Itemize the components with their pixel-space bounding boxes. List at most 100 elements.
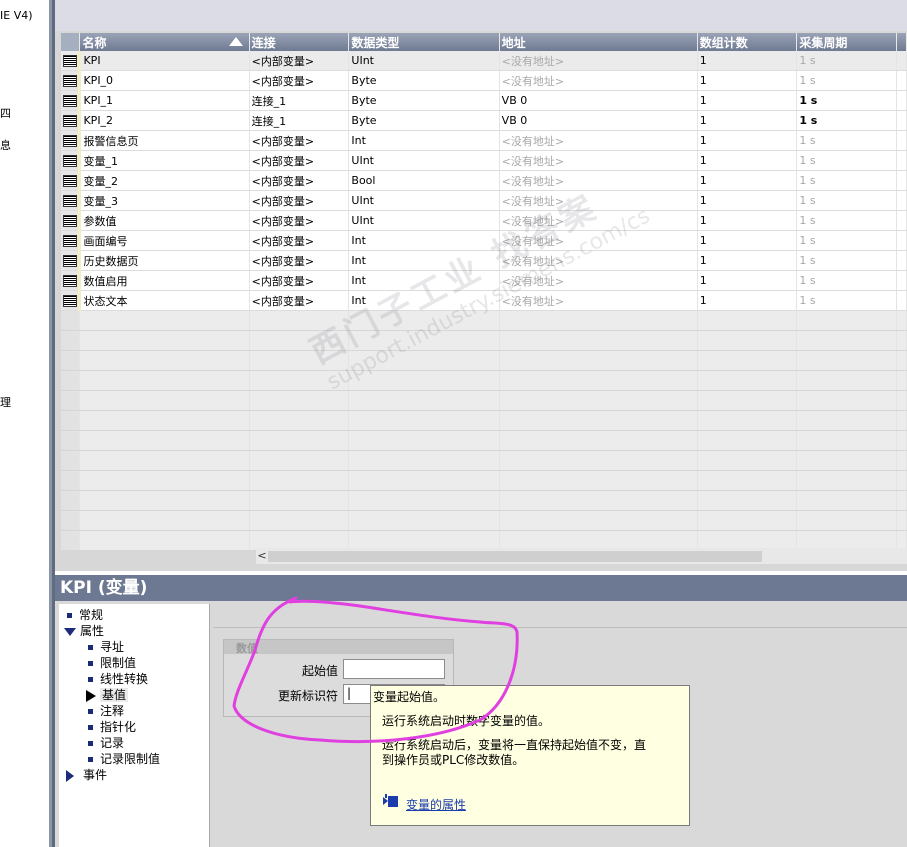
cell-array-count[interactable]: 1 <box>697 230 798 251</box>
cell-address[interactable]: <没有地址> <box>499 150 698 171</box>
cell-array-count[interactable]: 1 <box>697 270 798 291</box>
empty-cell[interactable] <box>249 350 350 371</box>
cell-name[interactable]: KPI_2 <box>78 110 250 131</box>
cell-name[interactable]: 变量_3 <box>78 190 250 211</box>
header-corner[interactable] <box>61 33 81 51</box>
empty-cell[interactable] <box>499 510 698 531</box>
cell-connection[interactable]: <内部变量> <box>249 190 350 211</box>
cell-connection[interactable]: <内部变量> <box>249 250 350 271</box>
cell-datatype[interactable]: Int <box>348 290 500 311</box>
empty-cell[interactable] <box>896 490 907 511</box>
cell-cycle[interactable]: 1 s <box>796 230 897 251</box>
empty-cell[interactable] <box>896 470 907 491</box>
cell-datatype[interactable]: Int <box>348 230 500 251</box>
empty-cell[interactable] <box>697 490 798 511</box>
empty-cell[interactable] <box>348 350 500 371</box>
cell-connection[interactable]: <内部变量> <box>249 170 350 191</box>
empty-cell[interactable] <box>61 410 81 431</box>
empty-cell[interactable] <box>348 370 500 391</box>
nav-item-logging[interactable]: 记录 <box>88 734 124 751</box>
cell-datatype[interactable]: Byte <box>348 110 500 131</box>
table-row[interactable]: KPI_0 <内部变量> Byte <没有地址> 1 1 s <box>61 70 907 91</box>
column-header-address[interactable]: 地址 <box>499 33 698 51</box>
cell-array-count[interactable]: 1 <box>697 130 798 151</box>
row-handle[interactable] <box>61 90 81 111</box>
tooltip-link[interactable]: 变量的属性 <box>406 796 466 813</box>
table-row[interactable]: 变量_3 <内部变量> UInt <没有地址> 1 1 s <box>61 190 907 211</box>
cell-address[interactable]: <没有地址> <box>499 230 698 251</box>
cell-cycle[interactable]: 1 s <box>796 51 897 71</box>
empty-cell[interactable] <box>348 310 500 331</box>
table-row[interactable]: 报警信息页 <内部变量> Int <没有地址> 1 1 s <box>61 130 907 151</box>
empty-cell[interactable] <box>249 450 350 471</box>
empty-cell[interactable] <box>499 330 698 351</box>
cell-datatype[interactable]: Bool <box>348 170 500 191</box>
cell-name[interactable]: KPI_0 <box>78 70 250 91</box>
cell-address[interactable]: <没有地址> <box>499 170 698 191</box>
empty-cell[interactable] <box>79 510 250 531</box>
nav-item-properties[interactable]: 属性 <box>64 622 104 639</box>
cell-address[interactable]: VB 0 <box>499 110 698 131</box>
cell-name[interactable]: 变量_1 <box>78 150 250 171</box>
cell-cycle[interactable]: 1 s <box>796 70 897 91</box>
cell-address[interactable]: <没有地址> <box>499 210 698 231</box>
empty-cell[interactable] <box>61 390 81 411</box>
empty-cell[interactable] <box>896 510 907 531</box>
nav-item-linear-scaling[interactable]: 线性转换 <box>88 670 148 687</box>
empty-cell[interactable] <box>61 510 81 531</box>
empty-cell[interactable] <box>348 470 500 491</box>
cell-name[interactable]: 参数值 <box>78 210 250 231</box>
empty-cell[interactable] <box>79 350 250 371</box>
empty-cell[interactable] <box>79 370 250 391</box>
row-handle[interactable] <box>61 170 81 191</box>
empty-cell[interactable] <box>796 490 897 511</box>
empty-cell[interactable] <box>348 510 500 531</box>
cell-array-count[interactable]: 1 <box>697 110 798 131</box>
cell-connection[interactable]: <内部变量> <box>249 150 350 171</box>
empty-cell[interactable] <box>697 470 798 491</box>
empty-cell[interactable] <box>249 510 350 531</box>
empty-cell[interactable] <box>79 310 250 331</box>
nav-item-limits[interactable]: 限制值 <box>88 654 136 671</box>
table-row[interactable]: 历史数据页 <内部变量> Int <没有地址> 1 1 s <box>61 250 907 271</box>
cell-datatype[interactable]: Int <box>348 130 500 151</box>
empty-cell[interactable] <box>896 450 907 471</box>
cell-datatype[interactable]: Byte <box>348 90 500 111</box>
empty-cell[interactable] <box>796 430 897 451</box>
start-value-input[interactable] <box>343 659 445 679</box>
empty-cell[interactable] <box>79 530 250 551</box>
empty-cell[interactable] <box>697 410 798 431</box>
empty-row[interactable] <box>61 450 907 471</box>
row-handle[interactable] <box>61 150 81 171</box>
empty-row[interactable] <box>61 510 907 531</box>
empty-cell[interactable] <box>499 410 698 431</box>
empty-cell[interactable] <box>896 330 907 351</box>
empty-cell[interactable] <box>348 390 500 411</box>
table-row[interactable]: 数值启用 <内部变量> Int <没有地址> 1 1 s <box>61 270 907 291</box>
cell-cycle[interactable]: 1 s <box>796 150 897 171</box>
empty-cell[interactable] <box>796 370 897 391</box>
empty-cell[interactable] <box>61 450 81 471</box>
cell-array-count[interactable]: 1 <box>697 170 798 191</box>
cell-cycle[interactable]: 1 s <box>796 90 897 111</box>
cell-datatype[interactable]: UInt <box>348 51 500 71</box>
column-header-more[interactable] <box>896 33 907 51</box>
row-handle[interactable] <box>61 130 81 151</box>
cell-datatype[interactable]: Int <box>348 250 500 271</box>
cell-array-count[interactable]: 1 <box>697 90 798 111</box>
empty-row[interactable] <box>61 410 907 431</box>
cell-address[interactable]: <没有地址> <box>499 70 698 91</box>
empty-cell[interactable] <box>61 330 81 351</box>
empty-row[interactable] <box>61 370 907 391</box>
cell-connection[interactable]: <内部变量> <box>249 51 350 71</box>
cell-datatype[interactable]: UInt <box>348 190 500 211</box>
empty-cell[interactable] <box>249 410 350 431</box>
cell-array-count[interactable]: 1 <box>697 190 798 211</box>
cell-cycle[interactable]: 1 s <box>796 290 897 311</box>
cell-connection[interactable]: <内部变量> <box>249 210 350 231</box>
cell-address[interactable]: <没有地址> <box>499 290 698 311</box>
column-header-connection[interactable]: 连接 <box>249 33 350 51</box>
cell-array-count[interactable]: 1 <box>697 290 798 311</box>
column-header-datatype[interactable]: 数据类型 <box>348 33 500 51</box>
empty-cell[interactable] <box>499 370 698 391</box>
